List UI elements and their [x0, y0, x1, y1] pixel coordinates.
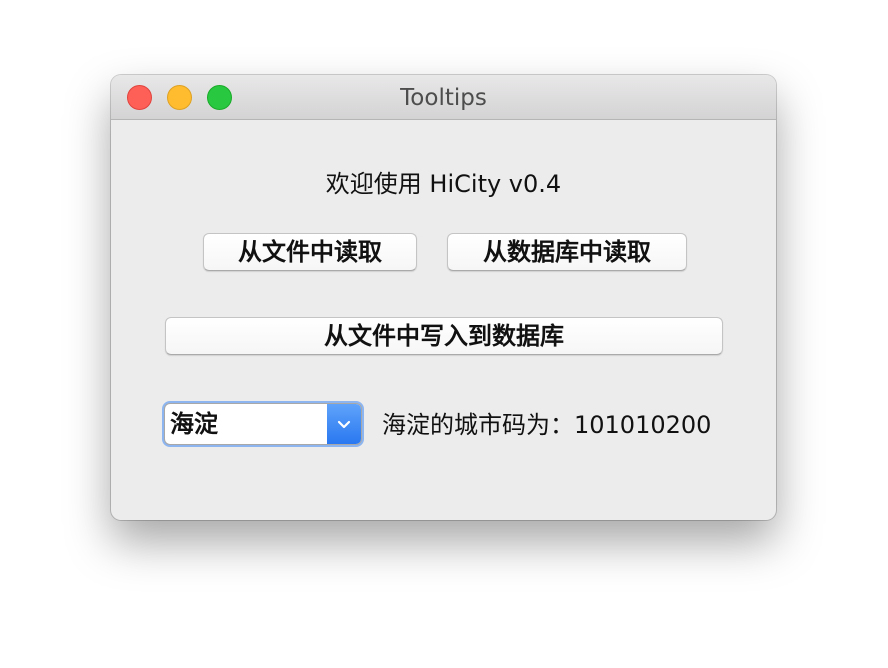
district-select-value: 海淀 [170, 410, 218, 438]
read-from-file-button[interactable]: 从文件中读取 [203, 233, 417, 271]
app-window: Tooltips 欢迎使用 HiCity v0.4 从文件中读取 从数据库中读取… [111, 75, 776, 520]
chevron-down-icon[interactable] [327, 404, 361, 444]
city-code-label: 海淀的城市码为：101010200 [382, 411, 712, 439]
write-file-to-database-button[interactable]: 从文件中写入到数据库 [165, 317, 723, 355]
read-from-database-button[interactable]: 从数据库中读取 [447, 233, 687, 271]
main-content: 欢迎使用 HiCity v0.4 从文件中读取 从数据库中读取 从文件中写入到数… [111, 120, 776, 520]
title-bar: Tooltips [111, 75, 776, 120]
welcome-label: 欢迎使用 HiCity v0.4 [325, 170, 562, 198]
window-title: Tooltips [400, 85, 487, 111]
district-select[interactable]: 海淀 [164, 403, 362, 445]
